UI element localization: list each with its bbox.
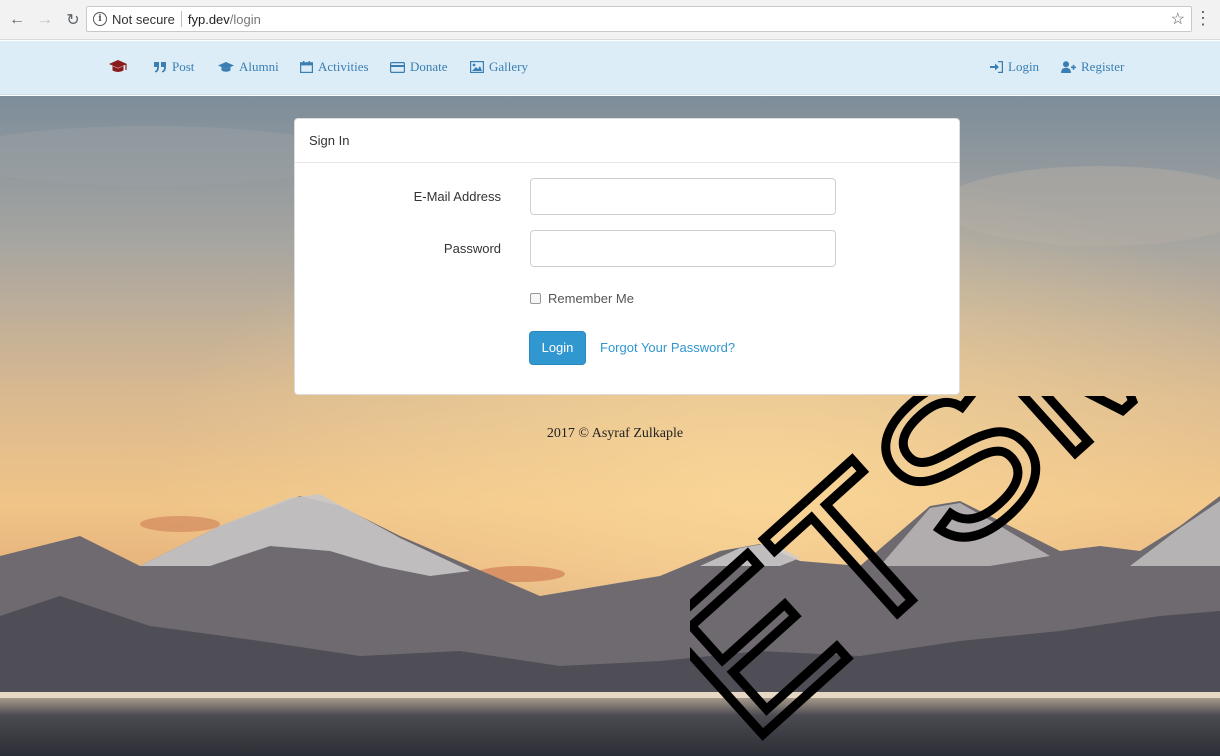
hero-background: Sign In E-Mail Address Password Remember… bbox=[0, 96, 1220, 756]
back-arrow-icon[interactable]: ← bbox=[6, 11, 28, 29]
nav-post[interactable]: Post bbox=[154, 59, 194, 75]
nav-register-label: Register bbox=[1081, 59, 1125, 74]
user-plus-icon bbox=[1061, 61, 1076, 73]
nav-post-label: Post bbox=[172, 59, 195, 74]
address-separator bbox=[180, 11, 182, 27]
nav-activities[interactable]: Activities bbox=[300, 59, 369, 75]
picture-icon bbox=[470, 61, 484, 73]
url-path: /login bbox=[229, 11, 261, 27]
site-navbar: Post Alumni Activities Donate Gallery Lo… bbox=[0, 41, 1220, 95]
nav-gallery-label: Gallery bbox=[489, 59, 528, 74]
reload-icon[interactable]: ↻ bbox=[62, 10, 84, 30]
quote-icon bbox=[154, 61, 166, 72]
info-icon[interactable]: i bbox=[93, 12, 107, 26]
nav-alumni[interactable]: Alumni bbox=[218, 59, 279, 75]
nav-donate[interactable]: Donate bbox=[390, 59, 448, 75]
url-host: fyp.dev bbox=[187, 11, 230, 27]
forward-arrow-icon[interactable]: → bbox=[34, 11, 56, 29]
email-field[interactable] bbox=[530, 178, 836, 215]
email-label: E-Mail Address bbox=[413, 189, 501, 204]
login-button[interactable]: Login bbox=[529, 331, 586, 365]
remember-me-row[interactable]: Remember Me bbox=[530, 291, 634, 306]
nav-register[interactable]: Register bbox=[1061, 59, 1124, 75]
graduation-cap-logo-icon[interactable] bbox=[108, 59, 128, 79]
credit-card-icon bbox=[390, 61, 405, 73]
calendar-icon bbox=[300, 61, 313, 73]
svg-text:ETSM: ETSM bbox=[690, 396, 1140, 756]
remember-me-label: Remember Me bbox=[548, 291, 634, 306]
password-label: Password bbox=[443, 241, 501, 256]
nav-login[interactable]: Login bbox=[990, 59, 1039, 75]
bookmark-star-icon[interactable]: ☆ bbox=[1171, 9, 1185, 29]
etsm-watermark: ETSM bbox=[690, 396, 1140, 756]
nav-gallery[interactable]: Gallery bbox=[470, 59, 528, 75]
nav-alumni-label: Alumni bbox=[239, 59, 279, 74]
graduation-cap-icon bbox=[218, 61, 234, 72]
browser-toolbar: ← → ↻ i Not secure fyp.dev/login ☆ ⋮ bbox=[0, 0, 1220, 40]
remember-me-checkbox[interactable] bbox=[530, 293, 541, 304]
nav-donate-label: Donate bbox=[410, 59, 448, 74]
address-bar[interactable]: i Not secure fyp.dev/login ☆ bbox=[86, 6, 1192, 32]
security-label: Not secure bbox=[112, 11, 175, 27]
sign-in-icon bbox=[990, 61, 1003, 73]
nav-activities-label: Activities bbox=[318, 59, 369, 74]
nav-login-label: Login bbox=[1008, 59, 1040, 74]
sign-in-panel: Sign In E-Mail Address Password Remember… bbox=[294, 118, 960, 395]
panel-heading: Sign In bbox=[295, 119, 959, 163]
password-field[interactable] bbox=[530, 230, 836, 267]
forgot-password-link[interactable]: Forgot Your Password? bbox=[600, 340, 735, 355]
browser-menu-icon[interactable]: ⋮ bbox=[1194, 8, 1212, 28]
